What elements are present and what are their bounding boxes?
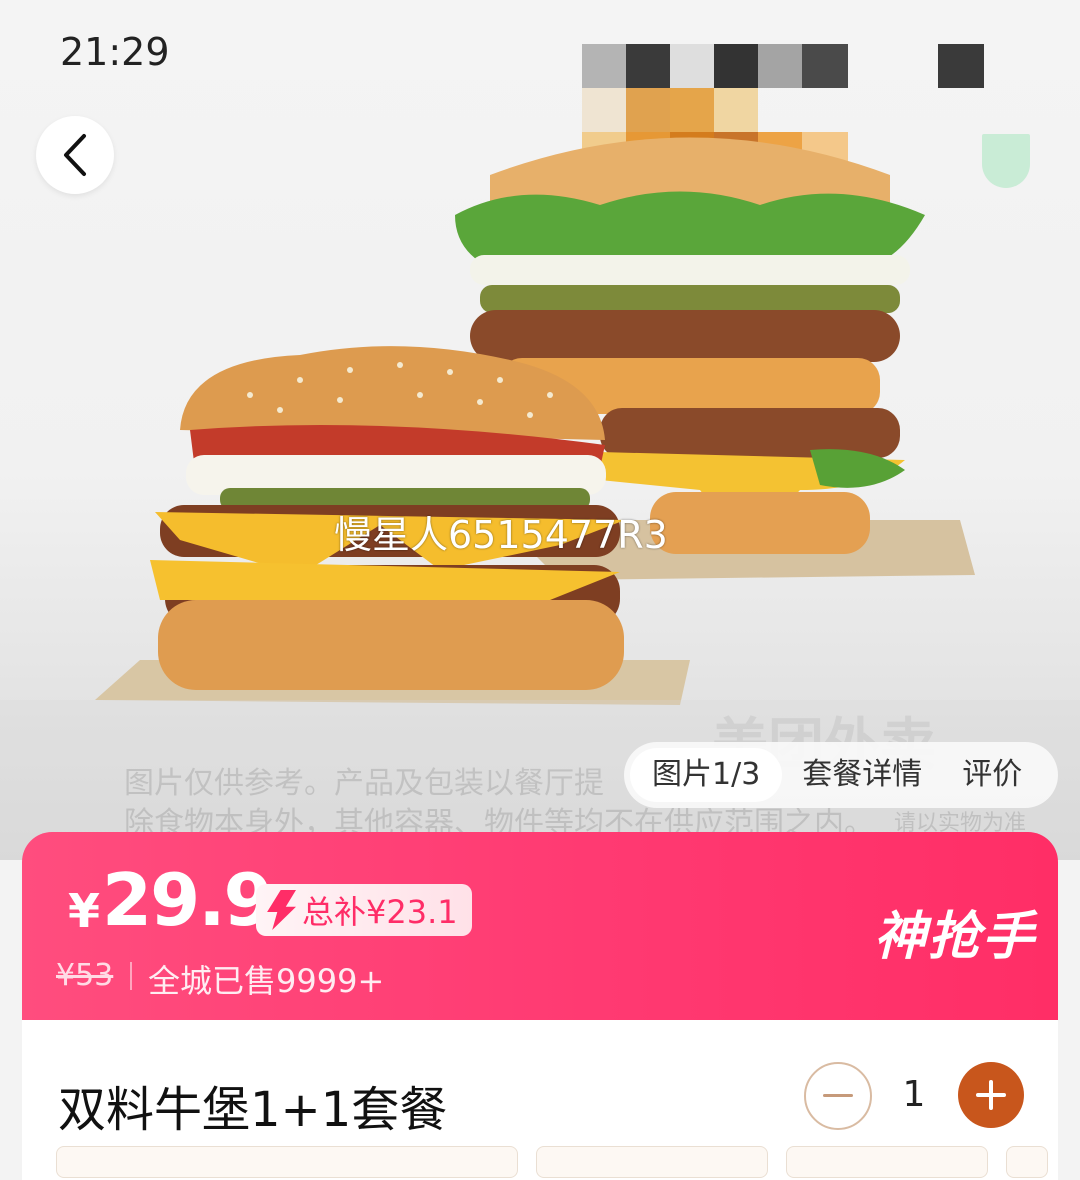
chevron-left-icon — [64, 134, 86, 176]
lightning-icon — [267, 890, 296, 930]
back-button[interactable] — [36, 116, 114, 194]
sold-count: 全城已售9999+ — [148, 962, 385, 1000]
subsidy-badge: 总补¥23.1 — [256, 884, 472, 936]
current-price: 29.9 — [102, 858, 274, 942]
green-tag-icon — [982, 134, 1030, 188]
option-chip[interactable] — [1006, 1146, 1048, 1178]
divider — [130, 962, 132, 990]
minus-icon — [823, 1094, 853, 1097]
user-watermark: 慢星人6515477R3 — [334, 513, 668, 557]
media-tabs: 图片1/3 套餐详情 评价 — [624, 742, 1058, 808]
tab-images[interactable]: 图片1/3 — [630, 748, 783, 802]
decrease-quantity-button[interactable] — [804, 1062, 872, 1130]
plus-icon — [976, 1080, 1006, 1110]
currency-symbol: ¥ — [68, 884, 101, 938]
subsidy-text: 总补¥23.1 — [302, 893, 458, 931]
original-price: ¥53 — [56, 958, 114, 993]
option-chip[interactable] — [786, 1146, 988, 1178]
deal-badge: 神抢手 — [874, 907, 1037, 967]
quantity-value: 1 — [902, 1074, 926, 1115]
option-chip[interactable] — [536, 1146, 768, 1178]
product-image-gallery[interactable]: 21:29 慢星人6515477R3 图片仅供参考。产品及包装以餐厅提 除食物本… — [0, 0, 1080, 860]
product-name: 双料牛堡1+1套餐 — [58, 1082, 448, 1138]
tab-reviews[interactable]: 评价 — [942, 748, 1042, 802]
tab-package-details[interactable]: 套餐详情 — [782, 748, 942, 802]
option-chip[interactable] — [56, 1146, 518, 1178]
price-card: ¥ 29.9 总补¥23.1 ¥53 全城已售9999+ 神抢手 — [22, 832, 1058, 1022]
product-card: 双料牛堡1+1套餐 1 — [22, 1020, 1058, 1180]
increase-quantity-button[interactable] — [958, 1062, 1024, 1128]
